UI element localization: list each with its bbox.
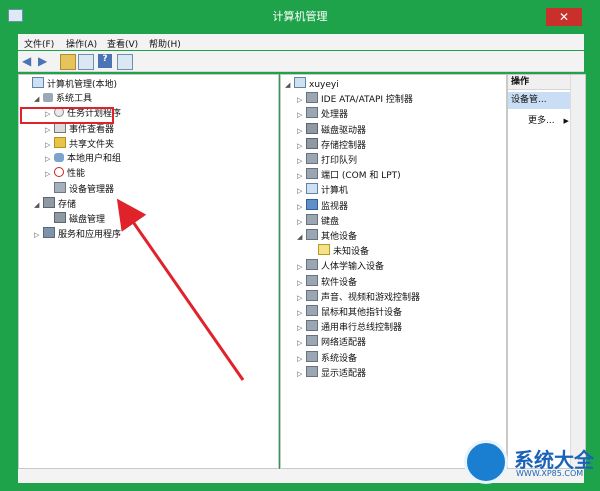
watermark-logo: 系统大全 WWW.XP85.COM <box>464 440 594 486</box>
logo-icon <box>464 440 508 484</box>
annotation-arrow <box>116 198 245 381</box>
watermark-url: WWW.XP85.COM <box>516 469 584 478</box>
arrow-line <box>116 198 245 381</box>
